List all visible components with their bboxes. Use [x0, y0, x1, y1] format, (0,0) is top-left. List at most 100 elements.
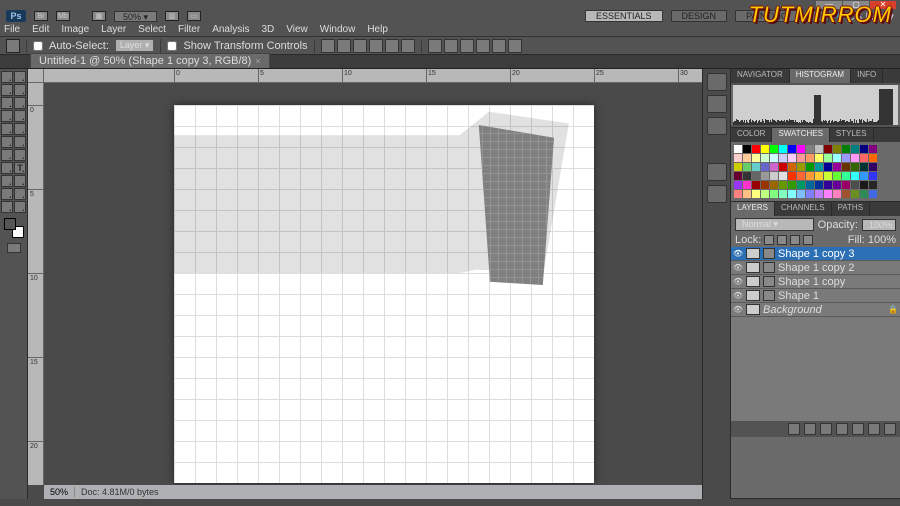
swatch[interactable] — [860, 190, 868, 198]
tab-channels[interactable]: CHANNELS — [775, 202, 832, 216]
swatch[interactable] — [752, 154, 760, 162]
distribute-top-icon[interactable] — [428, 39, 442, 53]
marquee-tool[interactable] — [14, 71, 26, 83]
lasso-tool[interactable] — [1, 84, 13, 96]
swatch[interactable] — [806, 172, 814, 180]
distribute-right-icon[interactable] — [508, 39, 522, 53]
swatch[interactable] — [752, 163, 760, 171]
layer-row[interactable]: 👁 Shape 1 copy 3 — [731, 247, 900, 261]
swatch[interactable] — [752, 181, 760, 189]
swatch[interactable] — [851, 154, 859, 162]
swatch[interactable] — [833, 154, 841, 162]
swatch[interactable] — [806, 190, 814, 198]
visibility-toggle-icon[interactable]: 👁 — [733, 263, 743, 273]
horizontal-ruler[interactable]: 051015202530 — [44, 69, 702, 83]
history-panel-icon[interactable] — [707, 73, 727, 91]
menu-view[interactable]: View — [286, 24, 308, 35]
layer-row[interactable]: 👁Shape 1 — [731, 289, 900, 303]
swatch[interactable] — [815, 181, 823, 189]
layer-row[interactable]: 👁Background🔒 — [731, 303, 900, 317]
swatch[interactable] — [743, 163, 751, 171]
swatch[interactable] — [743, 181, 751, 189]
swatch[interactable] — [815, 145, 823, 153]
layer-thumb[interactable] — [746, 290, 760, 301]
swatch[interactable] — [833, 163, 841, 171]
crop-tool[interactable] — [1, 97, 13, 109]
type-tool[interactable]: T — [14, 162, 26, 174]
layer-name[interactable]: Shape 1 copy 3 — [778, 248, 898, 260]
swatch[interactable] — [779, 181, 787, 189]
visibility-toggle-icon[interactable]: 👁 — [733, 249, 743, 259]
layer-thumb[interactable] — [746, 262, 760, 273]
color-swatches[interactable] — [4, 218, 24, 238]
distribute-left-icon[interactable] — [476, 39, 490, 53]
swatch[interactable] — [824, 154, 832, 162]
swatch[interactable] — [797, 154, 805, 162]
align-hcenter-icon[interactable] — [385, 39, 399, 53]
swatch[interactable] — [743, 172, 751, 180]
lock-position-icon[interactable] — [790, 235, 800, 245]
swatch[interactable] — [788, 145, 796, 153]
bridge-icon[interactable]: Br — [34, 11, 48, 21]
swatch[interactable] — [815, 154, 823, 162]
menu-layer[interactable]: Layer — [101, 24, 126, 35]
swatch[interactable] — [815, 172, 823, 180]
arrange-docs-icon[interactable]: ▥ — [165, 11, 179, 21]
opacity-input[interactable]: 100% — [862, 219, 896, 231]
document-tab[interactable]: Untitled-1 @ 50% (Shape 1 copy 3, RGB/8)… — [30, 53, 270, 68]
swatch[interactable] — [797, 181, 805, 189]
swatch[interactable] — [734, 145, 742, 153]
tab-histogram[interactable]: HISTOGRAM — [790, 69, 851, 83]
swatch[interactable] — [770, 145, 778, 153]
swatch[interactable] — [797, 163, 805, 171]
blend-mode-select[interactable]: Normal ▾ — [735, 218, 814, 231]
swatch[interactable] — [833, 181, 841, 189]
swatch[interactable] — [815, 163, 823, 171]
swatch[interactable] — [869, 190, 877, 198]
gradient-tool[interactable] — [14, 136, 26, 148]
swatch[interactable] — [788, 172, 796, 180]
swatch[interactable] — [797, 172, 805, 180]
tab-paths[interactable]: PATHS — [832, 202, 870, 216]
swatch[interactable] — [797, 145, 805, 153]
eraser-tool[interactable] — [1, 136, 13, 148]
menu-window[interactable]: Window — [320, 24, 356, 35]
swatch[interactable] — [734, 172, 742, 180]
swatch[interactable] — [806, 163, 814, 171]
mini-bridge-icon[interactable]: Mb — [56, 11, 70, 21]
swatch[interactable] — [770, 181, 778, 189]
swatch[interactable] — [734, 163, 742, 171]
layer-name[interactable]: Shape 1 copy — [778, 276, 898, 288]
swatch[interactable] — [851, 190, 859, 198]
swatch[interactable] — [743, 145, 751, 153]
visibility-toggle-icon[interactable]: 👁 — [733, 291, 743, 301]
swatch[interactable] — [842, 154, 850, 162]
document-canvas[interactable] — [174, 105, 594, 483]
swatch[interactable] — [779, 190, 787, 198]
path-select-tool[interactable] — [1, 175, 13, 187]
vector-mask-thumb[interactable] — [763, 290, 775, 301]
swatch[interactable] — [824, 145, 832, 153]
menu-filter[interactable]: Filter — [178, 24, 200, 35]
pen-tool[interactable] — [1, 162, 13, 174]
shape-tool[interactable] — [14, 175, 26, 187]
quick-mask-toggle[interactable] — [7, 243, 21, 253]
distribute-bottom-icon[interactable] — [460, 39, 474, 53]
status-docsize[interactable]: Doc: 4.81M/0 bytes — [75, 487, 165, 497]
swatch[interactable] — [770, 190, 778, 198]
tab-color[interactable]: COLOR — [731, 128, 772, 142]
swatch[interactable] — [734, 181, 742, 189]
layer-row[interactable]: 👁Shape 1 copy 2 — [731, 261, 900, 275]
swatch[interactable] — [806, 154, 814, 162]
swatch[interactable] — [734, 190, 742, 198]
3d-camera-tool[interactable] — [14, 188, 26, 200]
swatch[interactable] — [761, 163, 769, 171]
distribute-hcenter-icon[interactable] — [492, 39, 506, 53]
move-tool[interactable] — [1, 71, 13, 83]
swatch[interactable] — [851, 145, 859, 153]
fill-input[interactable]: 100% — [868, 234, 896, 246]
link-layers-icon[interactable] — [788, 423, 800, 435]
hand-tool[interactable] — [1, 201, 13, 213]
menu-analysis[interactable]: Analysis — [212, 24, 249, 35]
swatch[interactable] — [770, 163, 778, 171]
